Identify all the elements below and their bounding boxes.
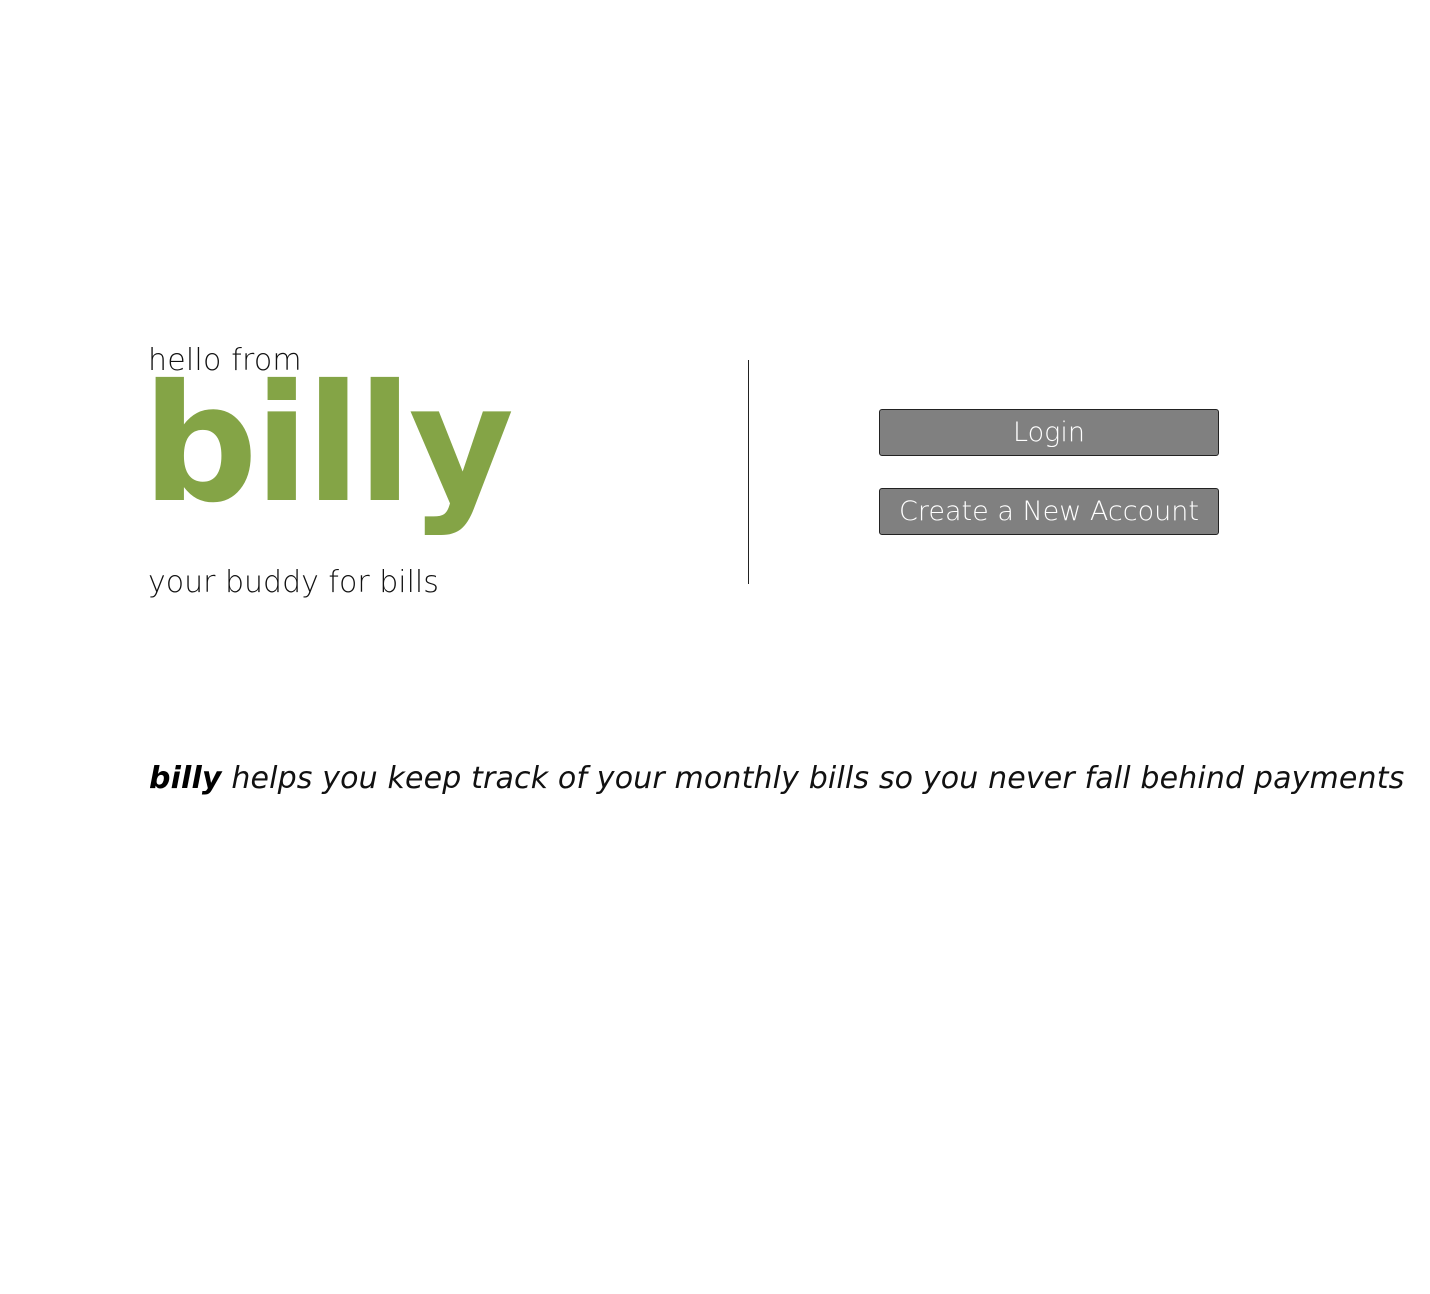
tagline-text: your buddy for bills xyxy=(148,565,439,600)
description-text: helps you keep track of your monthly bil… xyxy=(221,761,1405,796)
app-description: billy helps you keep track of your month… xyxy=(149,754,1404,804)
description-brand: billy xyxy=(149,761,222,796)
vertical-divider xyxy=(748,360,749,584)
billy-logo: billy xyxy=(142,351,514,539)
hero-section: hello from billy your buddy for bills xyxy=(142,338,708,600)
create-account-button[interactable]: Create a New Account xyxy=(879,488,1219,535)
login-button[interactable]: Login xyxy=(879,409,1219,456)
